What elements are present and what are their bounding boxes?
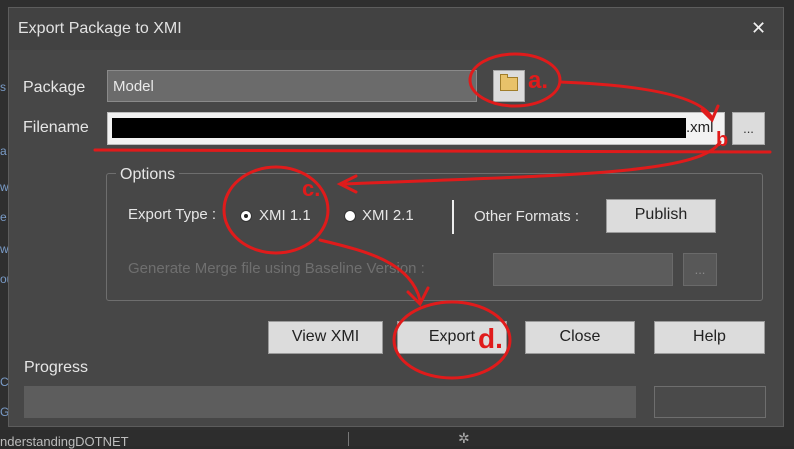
merge-label: Generate Merge file using Baseline Versi… [128,260,425,277]
filename-extension: .xml [686,119,714,136]
export-button[interactable]: Export [397,321,507,354]
redacted-path [112,118,686,138]
merge-field[interactable] [493,253,673,286]
package-field[interactable]: Model [107,70,477,102]
folder-icon [500,74,518,91]
close-icon[interactable]: ✕ [751,18,766,39]
radio-xmi-21[interactable] [344,210,356,222]
options-title: Options [116,166,180,184]
radio-xmi-21-label[interactable]: XMI 2.1 [362,207,414,224]
filename-label: Filename [23,119,89,136]
bg-glyph: s [0,80,6,94]
export-type-label: Export Type : [128,206,217,223]
options-separator [452,200,454,234]
package-value: Model [113,78,154,95]
radio-xmi-11[interactable] [240,210,252,222]
publish-button[interactable]: Publish [606,199,716,233]
progress-status-box [654,386,766,418]
bg-glyph: a [0,144,7,158]
radio-xmi-11-label[interactable]: XMI 1.1 [259,207,311,224]
gear-icon: ✲ [458,430,470,446]
view-xmi-button[interactable]: View XMI [268,321,383,354]
close-button[interactable]: Close [525,321,635,354]
background-divider [348,432,349,446]
merge-browse-button[interactable]: ... [683,253,717,286]
filename-field[interactable]: .xml [107,112,725,145]
package-browse-button[interactable] [493,70,525,102]
export-xmi-dialog: Export Package to XMI ✕ Package Model Fi… [8,7,784,427]
background-status-strip: nderstandingDOTNET ✲ [0,430,794,449]
dialog-title: Export Package to XMI [18,20,182,37]
background-tab-text: nderstandingDOTNET [0,434,129,449]
filename-browse-button[interactable]: ... [732,112,765,145]
help-button[interactable]: Help [654,321,765,354]
progress-bar [24,386,636,418]
progress-label: Progress [24,359,89,376]
package-label: Package [23,79,86,96]
other-formats-label: Other Formats : [474,208,580,225]
title-bar: Export Package to XMI ✕ [9,8,783,50]
bg-glyph: e [0,210,7,224]
